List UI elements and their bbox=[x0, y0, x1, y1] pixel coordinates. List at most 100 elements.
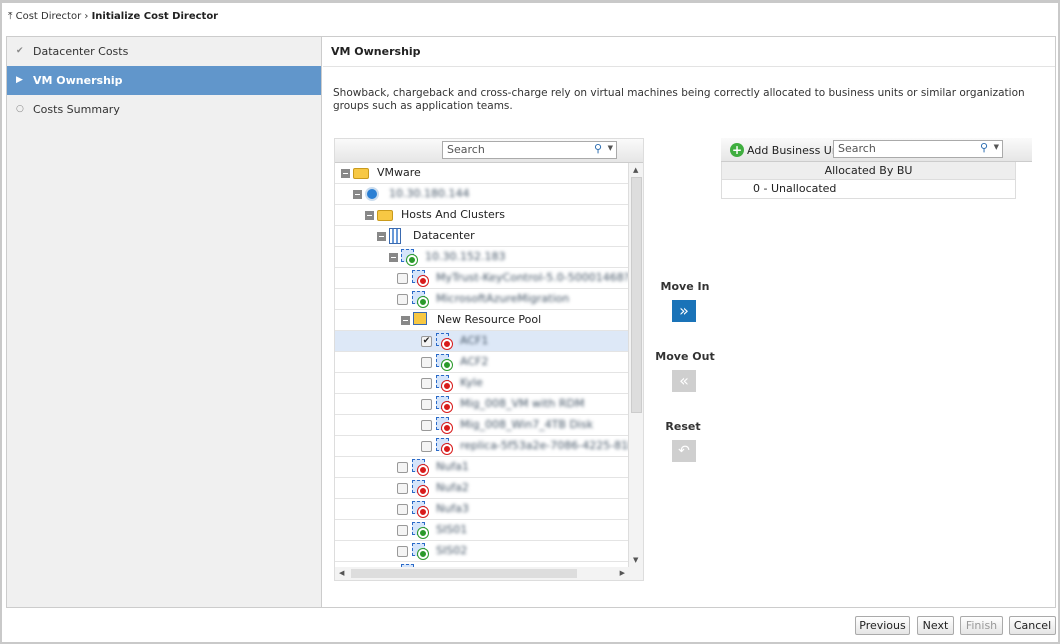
tree-row[interactable]: MicrosoftAzureMigration bbox=[335, 289, 629, 310]
vm-checkbox[interactable] bbox=[421, 399, 432, 410]
vertical-scrollbar[interactable]: ▲ ▼ bbox=[628, 163, 643, 580]
tree-node-label[interactable]: Nufa2 bbox=[436, 478, 469, 498]
tree-row[interactable]: VMware bbox=[335, 163, 629, 184]
tree-row[interactable]: Kyle bbox=[335, 373, 629, 394]
step-costs-summary[interactable]: ○ Costs Summary bbox=[7, 95, 321, 124]
tree-node-label[interactable]: MyTrust-KeyControl-5.0-50001468? bbox=[436, 268, 629, 288]
tree-node-label[interactable]: VMware bbox=[377, 163, 421, 183]
tree-row[interactable]: Nufa3 bbox=[335, 499, 629, 520]
search-placeholder: Search bbox=[447, 143, 485, 156]
vm-checkbox[interactable] bbox=[397, 525, 408, 536]
tree-row[interactable]: New Resource Pool bbox=[335, 310, 629, 331]
tree-row[interactable]: SIS01 bbox=[335, 520, 629, 541]
tree-search-input[interactable]: Search ⚲ ▼ bbox=[442, 141, 617, 159]
vm-checkbox[interactable] bbox=[397, 546, 408, 557]
vm-checkbox[interactable] bbox=[397, 504, 408, 515]
tree-node-label[interactable]: replica-5f53a2e-7086-4225-81bf-3 bbox=[460, 436, 629, 456]
tree-node-label[interactable]: SIS01 bbox=[436, 520, 467, 540]
collapse-toggle[interactable] bbox=[377, 232, 386, 241]
tree-node-label[interactable]: Nufa1 bbox=[436, 457, 469, 477]
tree-row[interactable]: Nufa1 bbox=[335, 457, 629, 478]
vm-powered-off-icon bbox=[436, 375, 452, 391]
step-label: Datacenter Costs bbox=[33, 45, 129, 58]
column-header[interactable]: Allocated By BU bbox=[722, 162, 1015, 180]
scroll-thumb[interactable] bbox=[351, 569, 577, 578]
scroll-thumb[interactable] bbox=[631, 177, 642, 413]
next-button[interactable]: Next bbox=[917, 616, 954, 635]
tree-node-label[interactable]: ACF2 bbox=[460, 352, 488, 372]
back-icon[interactable]: ⤒ bbox=[8, 11, 12, 22]
vm-checkbox[interactable] bbox=[421, 357, 432, 368]
vm-checkbox[interactable] bbox=[421, 441, 432, 452]
collapse-toggle[interactable] bbox=[365, 211, 374, 220]
bu-grid: Allocated By BU 0 - Unallocated bbox=[721, 162, 1016, 199]
dropdown-icon[interactable]: ▼ bbox=[994, 143, 999, 151]
tree-row[interactable]: 10.30.180.144 bbox=[335, 184, 629, 205]
tree-node-label[interactable]: MicrosoftAzureMigration bbox=[436, 289, 569, 309]
vm-checkbox[interactable] bbox=[397, 294, 408, 305]
resource-pool-icon bbox=[413, 312, 427, 325]
tree-row[interactable]: 10.30.152.183 bbox=[335, 247, 629, 268]
vm-powered-on-icon bbox=[412, 291, 428, 307]
tree-node-label[interactable]: Datacenter bbox=[413, 226, 475, 246]
tree-node-label[interactable]: Nufa3 bbox=[436, 499, 469, 519]
vm-checkbox[interactable] bbox=[397, 483, 408, 494]
move-in-button[interactable]: » bbox=[672, 300, 696, 322]
collapse-toggle[interactable] bbox=[353, 190, 362, 199]
tree-rows: VMware 10.30.180.144 Hosts And Clusters Dat… bbox=[335, 163, 629, 569]
vm-checkbox[interactable] bbox=[421, 420, 432, 431]
breadcrumb: ⤒ Cost Director › Initialize Cost Direct… bbox=[8, 11, 218, 22]
vm-powered-on-icon bbox=[436, 354, 452, 370]
tree-row[interactable]: Hosts And Clusters bbox=[335, 205, 629, 226]
step-vm-ownership[interactable]: ▶ VM Ownership bbox=[7, 66, 321, 95]
previous-button[interactable]: Previous bbox=[855, 616, 910, 635]
vcenter-icon bbox=[365, 187, 379, 201]
tree-node-label[interactable]: 10.30.180.144 bbox=[389, 184, 469, 204]
search-icon[interactable]: ⚲ bbox=[594, 142, 602, 155]
tree-row[interactable]: MyTrust-KeyControl-5.0-50001468? bbox=[335, 268, 629, 289]
tree-node-label[interactable]: Kyle bbox=[460, 373, 483, 393]
tree-node-label[interactable]: New Resource Pool bbox=[437, 310, 541, 330]
tree-row[interactable]: replica-5f53a2e-7086-4225-81bf-3 bbox=[335, 436, 629, 457]
breadcrumb-parent[interactable]: Cost Director bbox=[16, 11, 82, 22]
tree-row[interactable]: SIS02 bbox=[335, 541, 629, 562]
tree-row[interactable]: Mig_008_Win7_4TB Disk bbox=[335, 415, 629, 436]
tree-node-label[interactable]: Hosts And Clusters bbox=[401, 205, 505, 225]
bu-toolbar: + Add Business Unit Search ⚲ ▼ bbox=[721, 138, 1032, 162]
step-label: Costs Summary bbox=[33, 103, 120, 116]
collapse-toggle[interactable] bbox=[341, 169, 350, 178]
reset-label: Reset bbox=[665, 420, 701, 433]
cancel-button[interactable]: Cancel bbox=[1009, 616, 1056, 635]
step-datacenter-costs[interactable]: ✔ Datacenter Costs bbox=[7, 37, 321, 66]
vm-checkbox[interactable] bbox=[421, 378, 432, 389]
tree-row[interactable]: Mig_008_VM with RDM bbox=[335, 394, 629, 415]
move-out-button[interactable]: « bbox=[672, 370, 696, 392]
vm-checkbox[interactable] bbox=[397, 273, 408, 284]
add-icon[interactable]: + bbox=[730, 143, 744, 157]
collapse-toggle[interactable] bbox=[401, 316, 410, 325]
vm-checkbox[interactable] bbox=[397, 462, 408, 473]
tree-node-label[interactable]: SIS02 bbox=[436, 541, 467, 561]
folder-icon bbox=[377, 210, 393, 221]
tree-row[interactable]: ACF2 bbox=[335, 352, 629, 373]
search-icon[interactable]: ⚲ bbox=[980, 141, 988, 154]
add-business-unit-button[interactable]: Add Business Unit bbox=[747, 144, 846, 157]
tree-row[interactable]: ✔ ACF1 bbox=[335, 331, 629, 352]
tree-row[interactable]: Nufa2 bbox=[335, 478, 629, 499]
tree-toolbar: Search ⚲ ▼ bbox=[335, 139, 643, 163]
vm-powered-off-icon bbox=[412, 270, 428, 286]
horizontal-scrollbar[interactable]: ◀ ▶ bbox=[335, 567, 629, 580]
dropdown-icon[interactable]: ▼ bbox=[608, 144, 613, 152]
collapse-toggle[interactable] bbox=[389, 253, 398, 262]
tree-node-label[interactable]: ACF1 bbox=[460, 331, 488, 351]
vm-checkbox[interactable]: ✔ bbox=[421, 336, 432, 347]
check-icon: ✔ bbox=[16, 46, 24, 56]
tree-node-label[interactable]: Mig_008_Win7_4TB Disk bbox=[460, 415, 593, 435]
reset-button[interactable]: ↶ bbox=[672, 440, 696, 462]
tree-node-label[interactable]: 10.30.152.183 bbox=[425, 247, 505, 267]
tree-row[interactable]: Datacenter bbox=[335, 226, 629, 247]
bu-row[interactable]: 0 - Unallocated bbox=[722, 180, 1015, 198]
bu-search-input[interactable]: Search ⚲ ▼ bbox=[833, 140, 1003, 158]
finish-button[interactable]: Finish bbox=[960, 616, 1003, 635]
tree-node-label[interactable]: Mig_008_VM with RDM bbox=[460, 394, 584, 414]
